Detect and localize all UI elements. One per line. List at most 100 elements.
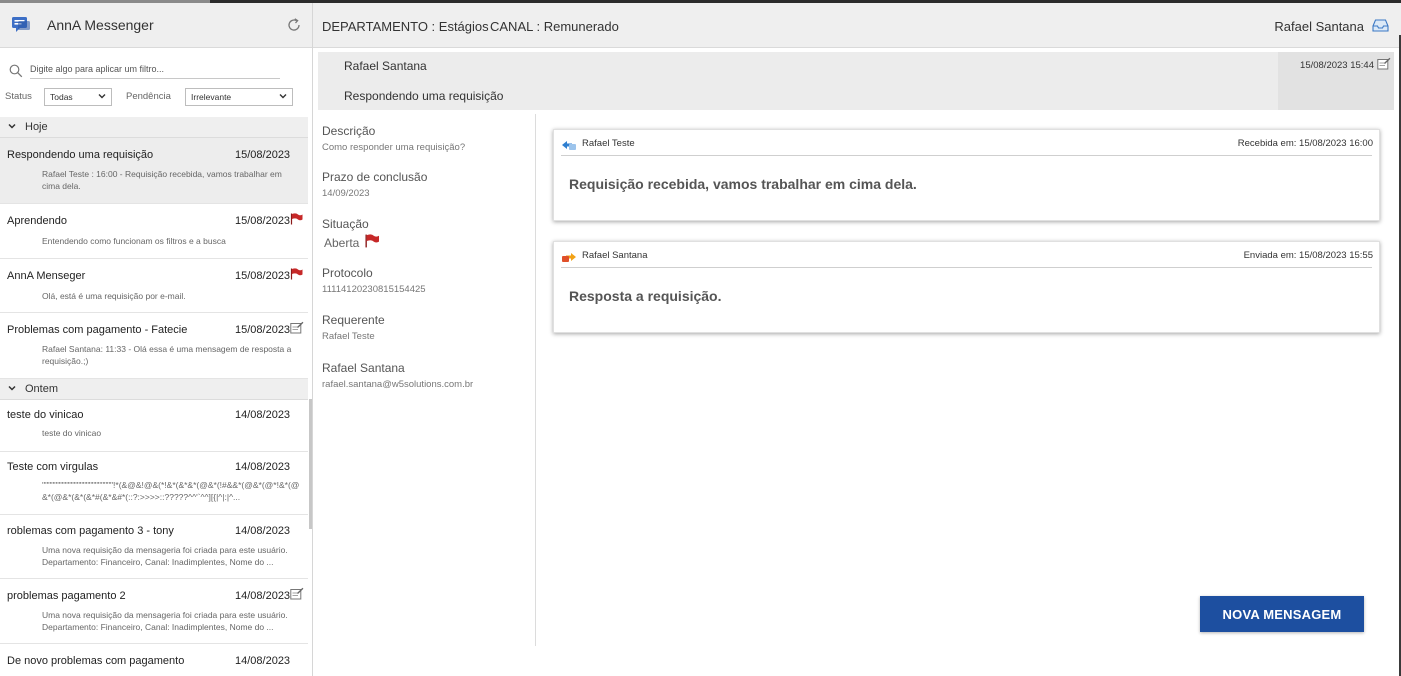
request-subject: Respondendo uma requisição [344, 89, 504, 103]
message-date: Recebida em: 15/08/2023 16:00 [1237, 138, 1373, 149]
list-item-preview: Rafael Santana: 11:33 - Olá essa é uma m… [42, 344, 292, 366]
contact-name: Rafael Santana [322, 361, 405, 375]
pendencia-filter-label: Pendência [126, 91, 171, 102]
refresh-icon[interactable] [286, 17, 302, 33]
received-message-icon [561, 138, 577, 150]
descricao-value: Como responder uma requisição? [322, 142, 466, 153]
status-filter-value: Todas [50, 92, 73, 102]
inbox-icon[interactable] [1372, 18, 1389, 33]
flag-icon [290, 212, 303, 225]
prazo-label: Prazo de conclusão [322, 170, 428, 184]
list-item-preview: '"""""""""""""""""""""""!*(&@&!@&(*!&*(&… [42, 480, 300, 502]
chevron-down-icon [98, 92, 106, 102]
requerente-value: Rafael Teste [322, 331, 375, 342]
chat-icon [10, 14, 32, 36]
pendencia-filter-value: Irrelevante [191, 92, 232, 102]
message-sender: Rafael Teste [582, 138, 635, 149]
protocolo-value: 11114120230815154425 [322, 284, 426, 295]
sidebar: AnnA Messenger Status Todas Pendência I [0, 3, 313, 676]
situacao-value-row: Aberta [322, 234, 380, 251]
edit-note-icon [290, 587, 304, 600]
list-item-preview: Uma nova requisição da mensageria foi cr… [42, 545, 288, 567]
list-item[interactable]: Respondendo uma requisição 15/08/2023 Ra… [0, 138, 308, 204]
prazo-value: 14/09/2023 [322, 188, 370, 199]
list-item-title: Teste com virgulas [7, 461, 99, 473]
list-item-preview: Uma nova requisição da mensageria foi cr… [42, 610, 288, 632]
request-date: 15/08/2023 15:44 [1300, 60, 1374, 71]
search-input[interactable] [30, 59, 280, 79]
list-item-date: 14/08/2023 [235, 590, 291, 602]
list-item[interactable]: De novo problemas com pagamento 14/08/20… [0, 644, 308, 676]
list-item-title: AnnA Menseger [7, 270, 86, 282]
edit-note-icon [290, 321, 304, 334]
status-filter-label: Status [5, 91, 32, 102]
list-item-date: 14/08/2023 [235, 655, 291, 667]
list-item[interactable]: teste do vinicao 14/08/2023 teste do vin… [0, 400, 308, 452]
list-item-preview: Olá, está é uma requisição por e-mail. [42, 291, 186, 301]
list-item-title: problemas pagamento 2 [7, 590, 126, 602]
departamento-label: DEPARTAMENTO : Estágios [322, 19, 489, 34]
search-icon [9, 64, 23, 78]
list-item-preview: teste do vinicao [42, 428, 102, 438]
list-item-preview: Entendendo como funcionam os filtros e a… [42, 236, 226, 246]
list-item[interactable]: Aprendendo 15/08/2023 Entendendo como fu… [0, 204, 308, 259]
list-item-title: roblemas com pagamento 3 - tony [7, 525, 174, 537]
chevron-down-icon [279, 92, 287, 102]
list-item[interactable]: problemas pagamento 2 14/08/2023 Uma nov… [0, 579, 308, 644]
list-item[interactable]: Teste com virgulas 14/08/2023 '"""""""""… [0, 452, 308, 515]
sent-message-icon [561, 250, 577, 262]
message-sender: Rafael Santana [582, 250, 648, 261]
panel-divider [535, 114, 536, 646]
list-item-date: 14/08/2023 [235, 461, 291, 473]
requerente-label: Requerente [322, 313, 385, 327]
request-owner-name: Rafael Santana [344, 59, 427, 73]
canal-label: CANAL : Remunerado [490, 19, 619, 34]
group-header-hoje[interactable]: Hoje [0, 117, 308, 138]
message-card-received: Rafael Teste Recebida em: 15/08/2023 16:… [553, 129, 1380, 221]
list-scrollbar[interactable] [309, 399, 312, 529]
new-message-button[interactable]: NOVA MENSAGEM [1200, 596, 1364, 632]
list-item-title: Respondendo uma requisição [7, 149, 154, 161]
list-item-date: 14/08/2023 [235, 525, 291, 537]
group-header-ontem[interactable]: Ontem [0, 379, 308, 400]
situacao-value: Aberta [324, 235, 360, 250]
chevron-down-icon [8, 384, 16, 394]
list-item-date: 15/08/2023 [235, 215, 291, 227]
list-item-date: 15/08/2023 [235, 324, 291, 336]
group-label: Hoje [25, 121, 48, 133]
descricao-label: Descrição [322, 124, 376, 138]
filter-row: Status Todas Pendência Irrelevante [0, 86, 312, 110]
list-item[interactable]: AnnA Menseger 15/08/2023 Olá, está é uma… [0, 259, 308, 313]
list-item-date: 14/08/2023 [235, 409, 291, 421]
message-body: Resposta a requisição. [569, 288, 722, 304]
list-item-preview: Rafael Teste : 16:00 - Requisição recebi… [42, 169, 282, 191]
flag-icon [290, 267, 303, 280]
flag-icon[interactable] [359, 234, 380, 251]
request-banner: Rafael Santana Respondendo uma requisiçã… [318, 52, 1394, 110]
protocolo-label: Protocolo [322, 266, 373, 280]
message-card-sent: Rafael Santana Enviada em: 15/08/2023 15… [553, 241, 1380, 333]
chevron-down-icon [8, 122, 16, 132]
edit-note-icon[interactable] [1377, 57, 1391, 70]
status-filter-select[interactable]: Todas [44, 88, 112, 106]
list-item-title: De novo problemas com pagamento [7, 655, 185, 667]
app-title: AnnA Messenger [47, 17, 154, 33]
list-item-date: 15/08/2023 [235, 149, 291, 161]
search-row [0, 48, 312, 86]
pendencia-filter-select[interactable]: Irrelevante [185, 88, 293, 106]
requisition-list: Hoje Respondendo uma requisição 15/08/20… [0, 117, 308, 676]
sidebar-header: AnnA Messenger [0, 3, 312, 48]
list-item-title: Aprendendo [7, 215, 67, 227]
current-user-name: Rafael Santana [1274, 19, 1364, 34]
message-date: Enviada em: 15/08/2023 15:55 [1243, 250, 1373, 261]
message-body: Requisição recebida, vamos trabalhar em … [569, 176, 917, 192]
list-item-date: 15/08/2023 [235, 270, 291, 282]
group-label: Ontem [25, 383, 59, 395]
list-item-title: Problemas com pagamento - Fatecie [7, 324, 188, 336]
list-item[interactable]: Problemas com pagamento - Fatecie 15/08/… [0, 313, 308, 379]
situacao-label: Situação [322, 217, 369, 231]
list-item-title: teste do vinicao [7, 409, 84, 421]
list-item[interactable]: roblemas com pagamento 3 - tony 14/08/20… [0, 515, 308, 579]
conversation-header: DEPARTAMENTO : Estágios CANAL : Remunera… [313, 3, 1401, 48]
contact-email: rafael.santana@w5solutions.com.br [322, 379, 474, 390]
